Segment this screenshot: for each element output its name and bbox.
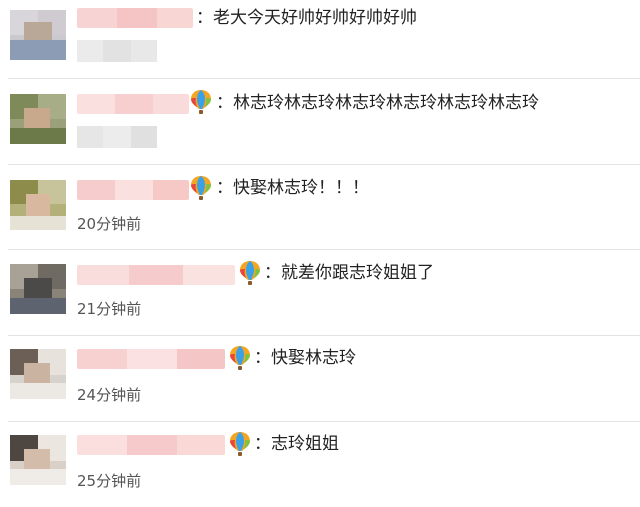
avatar[interactable] (10, 180, 66, 230)
comment-text: ：老大今天好帅好帅好帅好帅 (196, 8, 417, 28)
timestamp-blurred (77, 126, 157, 148)
comment-item: ：志玲姐姐 25分钟前 (0, 421, 640, 507)
hot-air-balloon-icon (239, 260, 261, 286)
timestamp: 21分钟前 (77, 300, 142, 318)
hot-air-balloon-icon (190, 89, 212, 115)
comment-text: ：就差你跟志玲姐姐了 (264, 263, 434, 283)
avatar[interactable] (10, 10, 66, 60)
username-blurred[interactable] (77, 180, 189, 200)
avatar[interactable] (10, 349, 66, 399)
username-blurred[interactable] (77, 265, 235, 285)
comment-text: ：快娶林志玲 (254, 348, 356, 368)
avatar[interactable] (10, 94, 66, 144)
divider (8, 249, 640, 250)
timestamp-blurred (77, 40, 157, 62)
timestamp: 20分钟前 (77, 215, 142, 233)
divider (8, 421, 640, 422)
comment-item: ：快娶林志玲！！！ 20分钟前 (0, 164, 640, 250)
timestamp: 24分钟前 (77, 386, 142, 404)
comment-item: ：老大今天好帅好帅好帅好帅 (0, 0, 640, 86)
divider (8, 78, 640, 79)
username-blurred[interactable] (77, 349, 225, 369)
comment-list: ：老大今天好帅好帅好帅好帅 ：林志玲林志玲林志玲林志玲林志玲林志玲 ：快娶林志玲… (0, 0, 640, 507)
timestamp: 25分钟前 (77, 472, 142, 490)
comment-item: ：就差你跟志玲姐姐了 21分钟前 (0, 249, 640, 335)
divider (8, 164, 640, 165)
comment-item: ：快娶林志玲 24分钟前 (0, 335, 640, 421)
username-blurred[interactable] (77, 8, 193, 28)
comment-text: ：林志玲林志玲林志玲林志玲林志玲林志玲 (216, 93, 539, 113)
comment-text: ：志玲姐姐 (254, 434, 339, 454)
avatar[interactable] (10, 264, 66, 314)
divider (8, 335, 640, 336)
username-blurred[interactable] (77, 435, 225, 455)
hot-air-balloon-icon (190, 175, 212, 201)
avatar[interactable] (10, 435, 66, 485)
hot-air-balloon-icon (229, 431, 251, 457)
comment-text: ：快娶林志玲！！！ (216, 178, 369, 198)
hot-air-balloon-icon (229, 345, 251, 371)
comment-item: ：林志玲林志玲林志玲林志玲林志玲林志玲 (0, 78, 640, 164)
username-blurred[interactable] (77, 94, 189, 114)
